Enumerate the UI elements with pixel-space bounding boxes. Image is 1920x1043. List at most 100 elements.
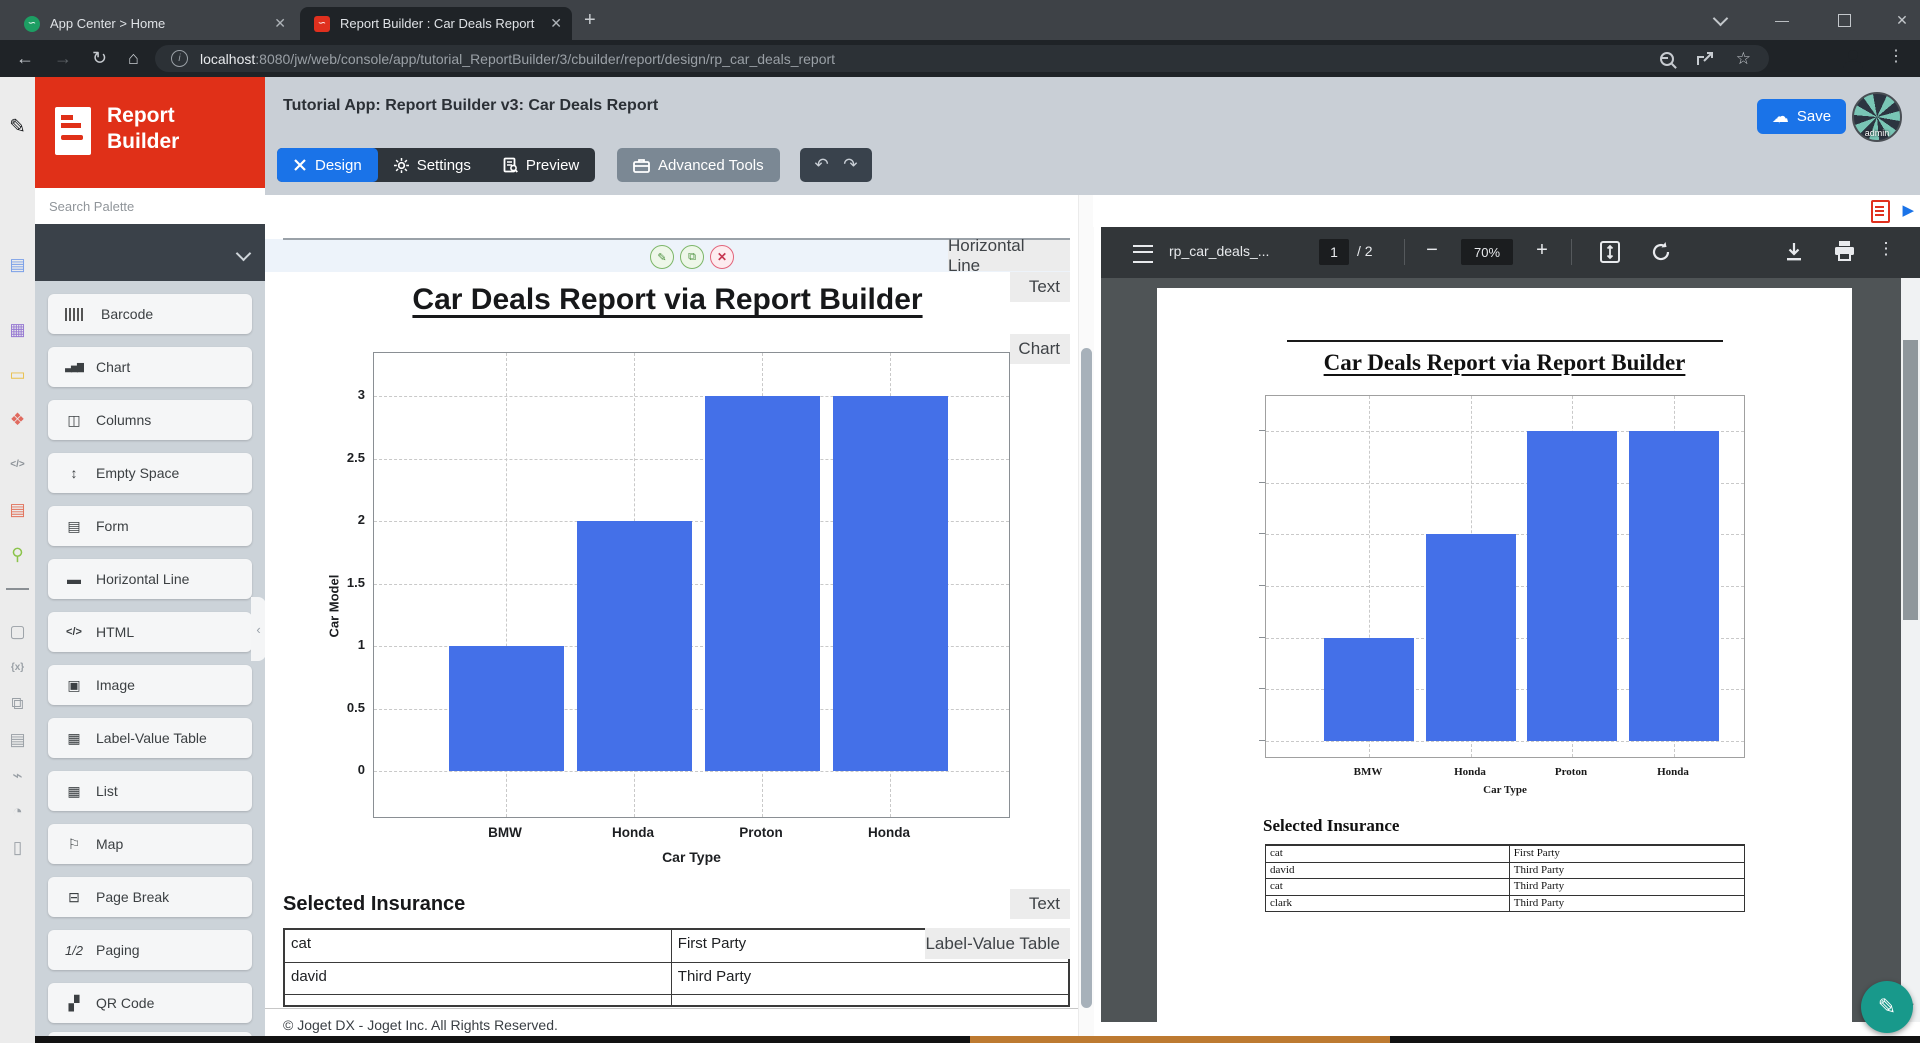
palette-item-label: HTML	[96, 624, 134, 640]
pdf-page-input[interactable]: 1	[1319, 239, 1349, 265]
copy-element-icon[interactable]: ⧉	[680, 245, 704, 269]
new-tab-button[interactable]: +	[584, 10, 596, 30]
share-icon[interactable]	[1696, 51, 1714, 67]
bookmark-star-icon[interactable]: ☆	[1736, 49, 1751, 69]
zoom-in-icon[interactable]: +	[1529, 239, 1555, 262]
palette-item-chart[interactable]: ▃▅▇Chart	[48, 347, 252, 387]
qr-code-icon: ▞	[60, 995, 88, 1012]
pdf-scrollbar[interactable]: ▼	[1901, 278, 1920, 1022]
joget-favicon: ∽	[24, 16, 40, 32]
close-button[interactable]: ✕	[1884, 0, 1920, 40]
reload-icon[interactable]: ↻	[92, 44, 107, 72]
palette-item-paging[interactable]: 1/2Paging	[48, 930, 252, 970]
palette-item-form[interactable]: ▤Form	[48, 506, 252, 546]
design-canvas[interactable]: ✎ ⧉ ✕ Horizontal Line Text Car Deals Rep…	[265, 195, 1078, 1036]
palette-item-map[interactable]: ⚐Map	[48, 824, 252, 864]
rotate-icon[interactable]	[1649, 240, 1673, 264]
search-palette-input[interactable]	[35, 188, 265, 224]
edit-element-icon[interactable]: ✎	[650, 245, 674, 269]
zoom-page-icon[interactable]	[1660, 52, 1674, 66]
palette-item-image[interactable]: ▣Image	[48, 665, 252, 705]
canvas-scrollbar[interactable]	[1078, 195, 1094, 1036]
palette-item-horizontal-line[interactable]: ▬Horizontal Line	[48, 559, 252, 599]
palette-category-dropdown[interactable]	[35, 224, 265, 281]
datalist-builder-icon[interactable]: ▦	[0, 320, 35, 340]
screen: ∽ App Center > Home ✕ ∽ Report Builder :…	[0, 0, 1920, 1043]
design-button[interactable]: Design	[277, 148, 378, 182]
redo-icon[interactable]: ↷	[843, 155, 857, 175]
palette-item-label-value-table[interactable]: ▦Label-Value Table	[48, 718, 252, 758]
undo-icon[interactable]: ↶	[815, 155, 829, 175]
minimize-button[interactable]: —	[1762, 0, 1802, 40]
paging-icon: 1/2	[60, 943, 88, 958]
x-axis-title: Car Type	[632, 849, 752, 865]
media-icon[interactable]: ⧉	[0, 694, 35, 714]
canvas-chart[interactable]: 00.511.522.53BMWHondaProtonHondaCar Type…	[325, 345, 1075, 885]
notes-icon[interactable]: ▢	[0, 622, 35, 642]
pdf-horizontal-rule	[1287, 340, 1723, 342]
bar-proton	[1527, 431, 1617, 741]
floating-edit-button[interactable]: ✎	[1861, 981, 1913, 1033]
canvas-scrollbar-thumb[interactable]	[1081, 348, 1092, 1008]
palette-collapse-handle[interactable]: ‹	[251, 597, 266, 661]
copyright-footer: © Joget DX - Joget Inc. All Rights Reser…	[283, 1017, 558, 1033]
zoom-out-icon[interactable]: −	[1419, 239, 1445, 262]
settings-button[interactable]: Settings	[378, 148, 487, 182]
form-builder-icon[interactable]: ▤	[0, 255, 35, 275]
brand-line1: Report	[107, 104, 175, 127]
tab-app-center[interactable]: ∽ App Center > Home ✕	[10, 7, 296, 40]
download-icon[interactable]	[1783, 240, 1805, 264]
palette-item-columns[interactable]: ◫Columns	[48, 400, 252, 440]
tab-close-icon[interactable]: ✕	[274, 15, 286, 32]
preview-button[interactable]: Preview	[487, 148, 595, 182]
pdf-report-title: Car Deals Report via Report Builder	[1157, 350, 1852, 376]
browser-menu-icon[interactable]: ⋮	[1888, 46, 1904, 66]
palette-item-html[interactable]: </>HTML	[48, 612, 252, 652]
fit-to-page-icon[interactable]	[1599, 240, 1621, 264]
horizontal-scrollbar[interactable]	[35, 1036, 1920, 1043]
save-button[interactable]: ☁↑ Save	[1757, 99, 1846, 134]
edit-pencil-icon[interactable]: ✎	[0, 117, 35, 137]
pdf-menu-icon[interactable]	[1133, 245, 1153, 263]
horizontal-scrollbar-thumb[interactable]	[970, 1036, 1390, 1043]
palette-item-barcode[interactable]: Barcode	[48, 294, 252, 334]
print-icon[interactable]	[1833, 240, 1856, 262]
log-scroll-icon[interactable]: ▯	[0, 838, 35, 858]
process-builder-icon[interactable]: ❖	[0, 410, 35, 430]
variables-icon[interactable]: {x}	[0, 658, 35, 678]
palette-item-qr-code[interactable]: ▞QR Code	[48, 983, 252, 1023]
pdf-file-icon[interactable]	[1871, 200, 1890, 223]
user-avatar[interactable]: admin	[1852, 92, 1902, 142]
site-info-icon[interactable]: i	[171, 50, 188, 67]
restore-button[interactable]	[1824, 0, 1864, 40]
palette-item-list[interactable]: ▦List	[48, 771, 252, 811]
pdf-more-menu-icon[interactable]: ⋮	[1873, 239, 1899, 259]
y-axis-title: Car Model	[327, 528, 342, 638]
report-builder-icon[interactable]: ▤	[0, 500, 35, 520]
report-title-text[interactable]: Car Deals Report via Report Builder	[265, 283, 1070, 317]
forward-icon[interactable]: →	[54, 44, 72, 72]
palette-item-label: Label-Value Table	[96, 730, 207, 746]
advanced-tools-button[interactable]: Advanced Tools	[617, 148, 780, 182]
palette-item-page-break[interactable]: ⊟Page Break	[48, 877, 252, 917]
plugin-icon[interactable]: ⌁	[0, 766, 35, 786]
userview-builder-icon[interactable]: ▭	[0, 365, 35, 385]
pdf-filename: rp_car_deals_...	[1169, 243, 1309, 259]
code-editor-icon[interactable]: </>	[0, 455, 35, 475]
delete-element-icon[interactable]: ✕	[710, 245, 734, 269]
performance-gauge-icon[interactable]: ◔	[0, 802, 35, 822]
pdf-zoom-level[interactable]: 70%	[1461, 239, 1513, 265]
tab-search-icon[interactable]	[1700, 0, 1740, 40]
pdf-scrollbar-thumb[interactable]	[1903, 340, 1918, 620]
palette-item-empty-space[interactable]: ↕Empty Space	[48, 453, 252, 493]
report-doc-icon[interactable]: ▤	[0, 730, 35, 750]
tab-close-icon[interactable]: ✕	[550, 15, 562, 32]
home-icon[interactable]: ⌂	[128, 44, 139, 72]
expand-arrow-icon[interactable]: ▶	[1902, 201, 1914, 219]
permission-key-icon[interactable]: ⚲	[0, 545, 35, 565]
preview-document-icon	[503, 157, 518, 173]
tab-report-builder[interactable]: ∽ Report Builder : Car Deals Report ✕	[300, 7, 572, 40]
back-icon[interactable]: ←	[16, 44, 34, 72]
address-bar[interactable]: i localhost:8080/jw/web/console/app/tuto…	[155, 45, 1769, 72]
section-heading[interactable]: Selected Insurance	[283, 893, 465, 916]
